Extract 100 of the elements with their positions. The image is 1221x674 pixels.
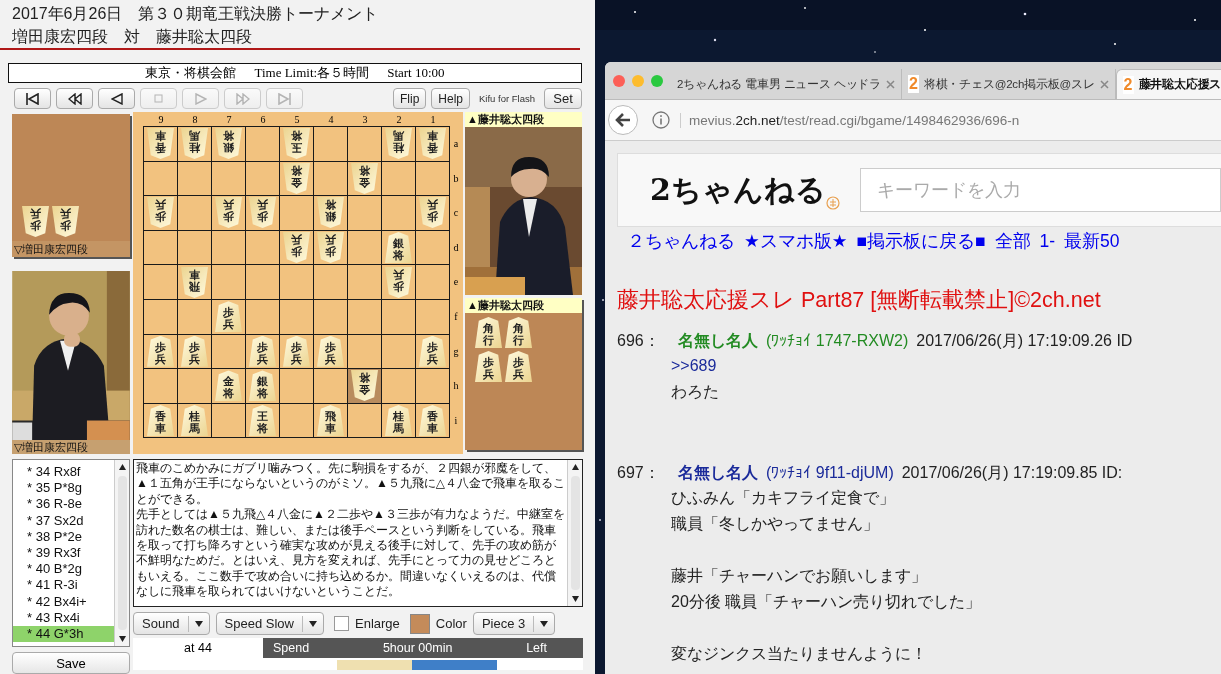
move-item[interactable]: * 39 Rx3f: [13, 545, 114, 562]
board-square[interactable]: [246, 161, 279, 196]
rank-label: f: [453, 309, 459, 324]
browser-tab[interactable]: 2 将棋・チェス@2ch掲示板@スレ: [902, 69, 1116, 99]
file-label: 2: [395, 114, 403, 126]
board-square[interactable]: [246, 230, 279, 265]
rank-label: c: [452, 206, 460, 221]
start-time-text: Start 10:00: [387, 65, 445, 81]
scroll-up-icon[interactable]: [571, 464, 579, 470]
move-item[interactable]: * 34 Rx8f: [13, 464, 114, 481]
scrollbar[interactable]: [114, 460, 129, 646]
toolbar-button[interactable]: Help: [431, 88, 471, 109]
tab-title: 2ちゃんねる 電車男 ニュース ヘッドラ: [677, 76, 881, 92]
scroll-down-icon[interactable]: [571, 596, 579, 602]
board-square[interactable]: [280, 299, 313, 334]
move-item[interactable]: * 37 Sx2d: [13, 512, 114, 529]
tab-title: 藤井聡太応援ス: [1138, 77, 1221, 92]
board-square[interactable]: [212, 334, 245, 369]
scroll-down-icon[interactable]: [118, 636, 126, 642]
site-badge: 2: [908, 75, 919, 93]
board-square[interactable]: [416, 230, 449, 265]
board-square[interactable]: [144, 161, 177, 196]
board-square[interactable]: [314, 299, 347, 334]
shogi-piece[interactable]: 角行: [505, 317, 532, 348]
board-square[interactable]: [178, 161, 211, 196]
color-swatch[interactable]: [409, 613, 430, 634]
board-square[interactable]: [416, 161, 449, 196]
move-item[interactable]: * 36 R-8e: [13, 496, 114, 513]
browser-tab[interactable]: 2ちゃんねる 電車男 ニュース ヘッドラ: [671, 69, 902, 99]
board-square[interactable]: [212, 161, 245, 196]
move-item[interactable]: * 41 R-3i: [13, 577, 114, 594]
shogi-piece[interactable]: 歩兵: [475, 351, 502, 382]
first-move-button[interactable]: [14, 88, 51, 109]
shogi-piece[interactable]: 歩兵: [22, 205, 49, 237]
event-title: 2017年6月26日 第３０期竜王戦決勝トーナメント: [12, 4, 380, 24]
browser-tab[interactable]: 2 藤井聡太応援ス: [1115, 69, 1221, 99]
back-button[interactable]: [608, 105, 638, 135]
nav-link[interactable]: 最新50: [1064, 230, 1120, 252]
toolbar-button[interactable]: Flip: [393, 88, 427, 109]
move-item[interactable]: * 43 Rx4i: [13, 609, 114, 627]
board-square[interactable]: [348, 230, 381, 265]
time-limit-text: Time Limit:各５時間: [254, 64, 370, 82]
post-line: 変なジンクス当たりませんように！: [671, 644, 928, 664]
shogi-piece[interactable]: 角行: [475, 317, 502, 348]
move-number-cell: at 44: [133, 638, 263, 658]
board-square[interactable]: [178, 299, 211, 334]
file-label: 8: [191, 114, 199, 126]
post-line: 職員「冬しかやってません」: [671, 514, 880, 534]
file-label: 1: [429, 114, 437, 126]
shogi-piece[interactable]: 歩兵: [505, 351, 532, 382]
move-item[interactable]: * 42 Bx4i+: [13, 593, 114, 610]
site-logo[interactable]: 2ちゃんねる: [650, 169, 826, 211]
poster-name: 名無し名人: [678, 463, 758, 483]
rank-label: e: [452, 275, 460, 290]
board-square[interactable]: [348, 403, 381, 438]
comment-box[interactable]: [133, 459, 583, 607]
rewind-button[interactable]: [56, 88, 93, 109]
board-square[interactable]: [416, 299, 449, 334]
board-square[interactable]: [314, 161, 347, 196]
piece-dropdown[interactable]: Piece 3: [472, 612, 556, 635]
nav-link[interactable]: ★スマホ版★: [744, 230, 848, 252]
search-field[interactable]: キーワードを入力: [859, 168, 1221, 212]
poster-id: (ﾜｯﾁｮｲ 9f11-djUM): [766, 463, 894, 483]
sound-dropdown[interactable]: Sound: [133, 612, 210, 635]
shogi-piece[interactable]: 歩兵: [52, 205, 79, 237]
nav-link[interactable]: ２ちゃんねる: [627, 230, 735, 252]
scroll-up-icon[interactable]: [118, 464, 126, 470]
reply-link[interactable]: >>689: [671, 353, 717, 379]
board-square[interactable]: [246, 299, 279, 334]
move-item[interactable]: * 44 G*3h: [13, 626, 114, 643]
scrollbar[interactable]: [567, 460, 582, 606]
board-square[interactable]: [212, 403, 245, 438]
enlarge-checkbox[interactable]: [334, 616, 349, 631]
nav-link[interactable]: 1-: [1039, 230, 1056, 252]
move-item[interactable]: * 40 B*2g: [13, 561, 114, 578]
speed-dropdown[interactable]: Speed Slow: [215, 612, 324, 635]
move-item[interactable]: * 35 P*8g: [13, 480, 114, 497]
nav-link[interactable]: 全部: [994, 230, 1031, 252]
board-square[interactable]: [178, 230, 211, 265]
move-item[interactable]: * 38 P*2e: [13, 528, 114, 545]
board-square[interactable]: [382, 299, 415, 334]
board-square[interactable]: [144, 299, 177, 334]
board-square[interactable]: [348, 299, 381, 334]
save-button[interactable]: Save: [12, 652, 130, 674]
board-square[interactable]: [382, 334, 415, 369]
info-icon[interactable]: [652, 111, 670, 129]
back-arrow-icon: [615, 113, 631, 127]
nav-link[interactable]: ■掲示板に戻る■: [856, 230, 986, 252]
skip-end-icon: [278, 92, 291, 105]
set-button[interactable]: Set: [544, 88, 582, 109]
player-label: ▽増田康宏四段: [12, 440, 130, 454]
board-square[interactable]: [212, 230, 245, 265]
board-square[interactable]: [280, 403, 313, 438]
rank-label: h: [452, 379, 460, 394]
board-square[interactable]: [144, 230, 177, 265]
board-square[interactable]: [348, 334, 381, 369]
file-label: 5: [293, 114, 301, 126]
board-square[interactable]: [382, 161, 415, 196]
file-label: 9: [157, 114, 165, 126]
previous-button[interactable]: [98, 88, 135, 109]
